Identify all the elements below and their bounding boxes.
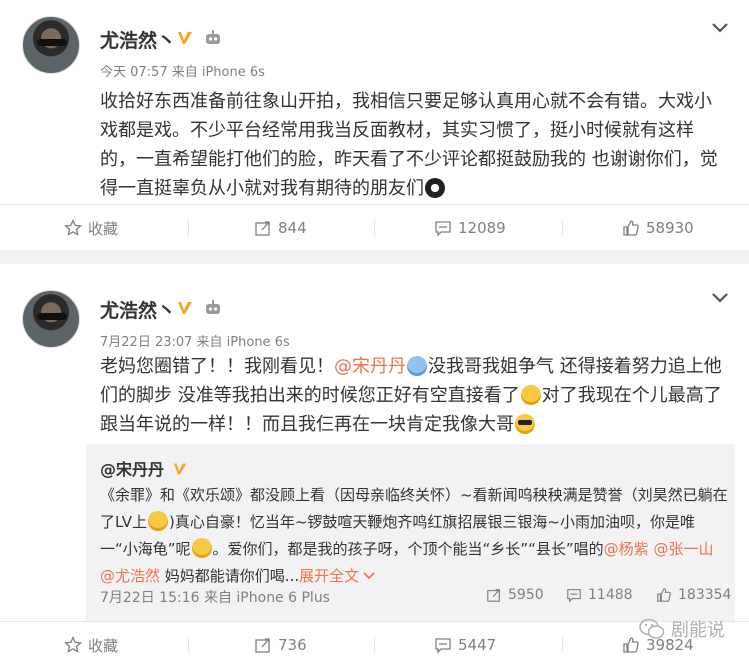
comment-count: 12089: [458, 219, 506, 237]
repost-button[interactable]: 844: [254, 205, 307, 251]
post-text: 收拾好东西准备前往象山开拍，我相信只要足够认真用心就不会有错。大戏小戏都是戏。不…: [100, 87, 728, 203]
divider: [188, 219, 189, 237]
repost-text-segment: 。爱你们，都是我的孩子呀，个顶个能当“乡长”“县长”唱的: [212, 540, 604, 558]
post-meta: 今天 07:57 来自 iPhone 6s: [100, 65, 265, 80]
post-meta: 7月22日 23:07 来自 iPhone 6s: [100, 335, 290, 350]
action-bar: 收藏 844 12089 58930: [0, 204, 749, 250]
crying-emoji-icon: [425, 178, 445, 198]
repost-icon: [487, 589, 500, 602]
chevron-down-icon[interactable]: [363, 572, 375, 580]
comment-button[interactable]: 5447: [434, 622, 496, 668]
repost-text-segment: 妈妈都能请你们喝...: [164, 567, 300, 585]
watermark: 剧能说: [639, 616, 725, 642]
like-icon: [623, 637, 639, 653]
reposted-content[interactable]: @宋丹丹 《余罪》和《欢乐颂》都没顾上看（因母亲临终关怀）~看新闻呜秧秧满是赞誉…: [86, 444, 735, 621]
username[interactable]: 尤浩然丶: [100, 296, 176, 323]
avatar[interactable]: [22, 290, 80, 348]
repost-author[interactable]: @宋丹丹: [100, 456, 188, 480]
repost-author-name[interactable]: @宋丹丹: [100, 460, 164, 479]
comment-button[interactable]: 12089: [434, 205, 506, 251]
repost-repost-button[interactable]: 5950: [486, 583, 544, 607]
mention-link[interactable]: @张一山: [653, 540, 713, 558]
divider: [374, 219, 375, 237]
verified-v-icon: [173, 463, 186, 475]
star-icon: [64, 219, 82, 236]
chevron-down-icon[interactable]: [711, 22, 729, 34]
repost-button[interactable]: 736: [254, 622, 307, 668]
weibo-post-2: 尤浩然丶 7月22日 23:07 来自 iPhone 6s 老妈您圈错了！！我刚…: [0, 264, 749, 669]
like-icon: [623, 220, 639, 236]
avatar[interactable]: [22, 16, 80, 74]
repost-meta: 7月22日 15:16 来自 iPhone 6 Plus: [100, 590, 330, 606]
robot-badge-icon: [206, 300, 220, 314]
username[interactable]: 尤浩然丶: [100, 26, 176, 53]
repost-comment-button[interactable]: 11488: [566, 583, 633, 607]
smile-emoji-icon: [147, 511, 168, 531]
expand-full-text-link[interactable]: 展开全文: [299, 567, 359, 585]
weibo-post-1: 尤浩然丶 今天 07:57 来自 iPhone 6s 收拾好东西准备前往象山开拍…: [0, 0, 749, 250]
comment-icon: [435, 221, 451, 237]
action-bar: 收藏 736 5447 39824: [0, 621, 749, 667]
star-icon: [64, 636, 82, 653]
verified-v-icon: [178, 32, 192, 44]
repost-text: 《余罪》和《欢乐颂》都没顾上看（因母亲临终关怀）~看新闻呜秧秧满是赞誉（刘昊然已…: [100, 482, 728, 590]
favorite-button[interactable]: 收藏: [64, 622, 118, 668]
comment-count: 5447: [458, 636, 497, 654]
comment-count: 11488: [588, 587, 633, 603]
repost-count: 736: [278, 636, 307, 654]
mention-link[interactable]: @宋丹丹: [334, 356, 406, 377]
mention-link[interactable]: @尤浩然: [100, 567, 160, 585]
divider: [374, 636, 375, 654]
repost-like-button[interactable]: 183354: [656, 583, 731, 607]
divider: [188, 636, 189, 654]
repost-count: 5950: [508, 587, 544, 603]
verified-v-icon: [178, 302, 192, 314]
favorite-label: 收藏: [88, 219, 119, 238]
mention-link[interactable]: @杨紫: [604, 540, 649, 558]
repost-icon: [255, 638, 270, 653]
post-text-content: 收拾好东西准备前往象山开拍，我相信只要足够认真用心就不会有错。大戏小戏都是戏。不…: [100, 91, 718, 199]
smile-emoji-icon: [191, 538, 212, 558]
watermark-text: 剧能说: [671, 620, 725, 641]
like-button[interactable]: 58930: [622, 205, 694, 251]
divider: [562, 219, 563, 237]
favorite-label: 收藏: [88, 636, 119, 655]
post-text: 老妈您圈错了！！我刚看见！@宋丹丹 没我哥我姐争气 还得接着努力追上他们的脚步 没…: [100, 352, 728, 439]
thinking-emoji-icon: [520, 385, 541, 405]
sunglasses-emoji-icon: [515, 414, 535, 434]
like-icon: [657, 588, 671, 602]
favorite-button[interactable]: 收藏: [64, 205, 118, 251]
repost-count: 844: [278, 219, 307, 237]
crying-emoji-icon: [407, 356, 427, 376]
wechat-icon: [639, 618, 665, 639]
robot-badge-icon: [206, 30, 220, 44]
comment-icon: [435, 638, 451, 654]
like-count: 183354: [678, 587, 732, 603]
post-text-segment: 老妈您圈错了！！我刚看见！: [100, 356, 334, 377]
divider: [562, 636, 563, 654]
chevron-down-icon[interactable]: [711, 292, 729, 304]
repost-icon: [255, 221, 270, 236]
comment-icon: [567, 589, 581, 603]
like-count: 58930: [646, 219, 694, 237]
